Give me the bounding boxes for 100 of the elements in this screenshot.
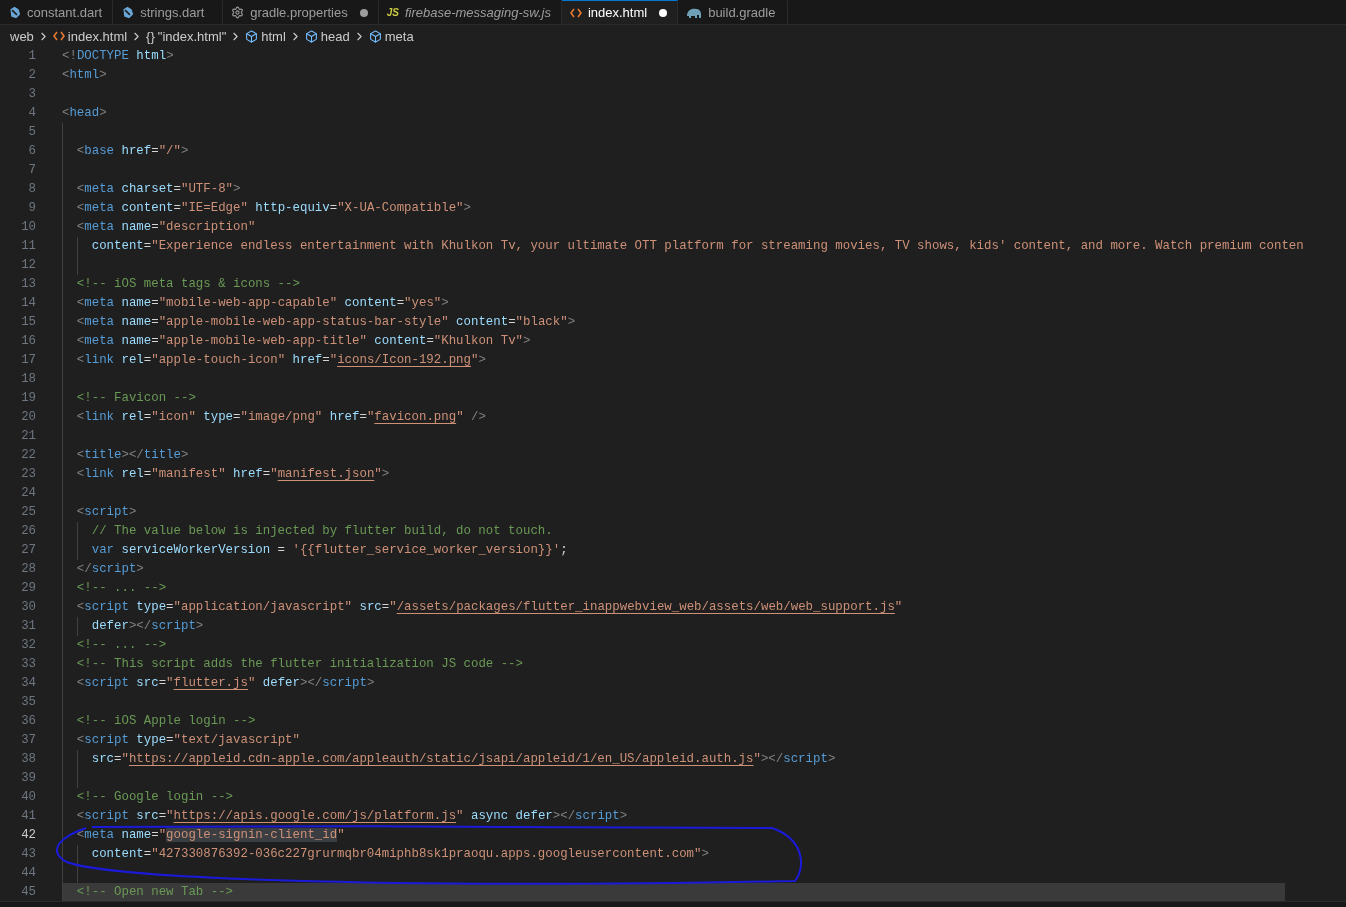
- line-number: 9: [27, 200, 36, 217]
- line-number: 29: [20, 580, 36, 597]
- line-number: 18: [20, 371, 36, 388]
- code-line: <meta content="IE=Edge" http-equiv="X-UA-Compatible">: [76, 200, 471, 217]
- code-line: <base href="/">: [76, 143, 189, 160]
- code-line: var serviceWorkerVersion = '{{flutter_service_worker_version}}';: [91, 542, 568, 559]
- line-number: 12: [20, 257, 36, 274]
- code-line: <link rel="manifest" href="manifest.json">: [76, 466, 390, 483]
- line-number: 28: [20, 561, 36, 578]
- line-number: 37: [20, 732, 36, 749]
- code-line: <html>: [62, 67, 107, 84]
- line-number: 1: [27, 48, 36, 65]
- code-line: </script>: [76, 561, 144, 578]
- code-line: <!-- iOS Apple login -->: [76, 713, 256, 730]
- code-line: <!-- ... -->: [76, 580, 167, 597]
- line-number: 15: [20, 314, 36, 331]
- code-line: <link rel="icon" type="image/png" href="favicon.png" />: [76, 409, 486, 426]
- code-line: content="427330876392-036c227grurmqbr04miphb8sk1praoqu.apps.googleusercontent.com">: [91, 846, 709, 863]
- code-line: <meta name="google-signin-client_id": [76, 827, 345, 844]
- dart-icon: [121, 6, 135, 19]
- line-number: 31: [20, 618, 36, 635]
- line-number: 5: [27, 124, 36, 141]
- line-number: 2: [27, 67, 36, 84]
- line-number: 13: [20, 276, 36, 293]
- code-line: <script src="https://apis.google.com/js/platform.js" async defer></script>: [76, 808, 628, 825]
- line-number: 30: [20, 599, 36, 616]
- code-line: <script src="flutter.js" defer></script>: [76, 675, 375, 692]
- breadcrumb-item[interactable]: html: [261, 28, 286, 44]
- line-number: 36: [20, 713, 36, 730]
- code-line: <!-- Favicon -->: [76, 390, 196, 407]
- line-number: 34: [20, 675, 36, 692]
- breadcrumb-item[interactable]: meta: [384, 28, 414, 44]
- line-number: 40: [20, 789, 36, 806]
- line-number: 32: [20, 637, 36, 654]
- code-line: <meta name="mobile-web-app-capable" content="yes">: [76, 295, 449, 312]
- unsaved-dot[interactable]: [359, 8, 368, 17]
- line-number: 17: [20, 352, 36, 369]
- line-number: 38: [20, 751, 36, 768]
- editor-tab[interactable]: index.html: [561, 0, 679, 24]
- breadcrumb-item[interactable]: web: [10, 28, 34, 44]
- breadcrumb-item[interactable]: "index.html": [157, 28, 227, 44]
- line-number: 8: [27, 181, 36, 198]
- code-line: <head>: [62, 105, 107, 122]
- dart-icon: [8, 6, 21, 19]
- code-line: <meta name="description": [76, 219, 256, 236]
- code-line: <!-- iOS meta tags & icons -->: [76, 276, 300, 293]
- code-line: <!-- Open new Tab -->: [76, 884, 233, 901]
- line-number: 39: [20, 770, 36, 787]
- line-number: 43: [20, 846, 36, 863]
- code-line: defer></script>: [91, 618, 204, 635]
- js-label: JS: [386, 7, 399, 18]
- gear-icon: [231, 6, 245, 19]
- line-number: 41: [20, 808, 36, 825]
- unsaved-dot[interactable]: [659, 8, 668, 17]
- line-number: 22: [20, 447, 36, 464]
- code-line: <meta name="apple-mobile-web-app-status-bar-style" content="black">: [76, 314, 576, 331]
- breadcrumb-item[interactable]: head: [320, 28, 350, 44]
- line-number: 11: [20, 238, 36, 255]
- line-number: 27: [20, 542, 36, 559]
- code-line: <link rel="apple-touch-icon" href="icons/Icon-192.png">: [76, 352, 486, 369]
- code-line: <!-- Google login -->: [76, 789, 233, 806]
- code-line: <script>: [76, 504, 137, 521]
- line-number: 16: [20, 333, 36, 350]
- line-number: 45: [20, 884, 36, 901]
- line-number: 25: [20, 504, 36, 521]
- code-line: <script type="text/javascript": [76, 732, 300, 749]
- code-line: <title></title>: [76, 447, 189, 464]
- code-line: <script type="application/javascript" src="/assets/packages/flutter_inappwebview_web/assets/web/web_support.js": [76, 599, 903, 616]
- line-number: 20: [20, 409, 36, 426]
- line-number: 10: [20, 219, 36, 236]
- elephant-icon: [686, 6, 703, 19]
- code-brackets-icon: [52, 31, 65, 41]
- cube-icon: [245, 29, 259, 43]
- line-number: 33: [20, 656, 36, 673]
- line-number: 44: [20, 865, 36, 882]
- cube-icon: [304, 29, 318, 43]
- line-number: 19: [20, 390, 36, 407]
- line-number: 14: [20, 295, 36, 312]
- line-number: 6: [27, 143, 36, 160]
- code-brackets-icon: [569, 7, 582, 18]
- code-line: // The value below is injected by flutter build, do not touch.: [91, 523, 553, 540]
- line-number: 7: [27, 162, 36, 179]
- line-number: 21: [20, 428, 36, 445]
- code-line: <meta charset="UTF-8">: [76, 181, 241, 198]
- code-line: <!-- This script adds the flutter initialization JS code -->: [76, 656, 523, 673]
- code-line: <meta name="apple-mobile-web-app-title" content="Khulkon Tv">: [76, 333, 531, 350]
- line-number: 42: [20, 827, 36, 844]
- line-number: 23: [20, 466, 36, 483]
- line-number: 26: [20, 523, 36, 540]
- code-line: src="https://appleid.cdn-apple.com/appleauth/static/jsapi/appleid/1/en_US/appleid.auth.js"></script>: [91, 751, 836, 768]
- line-number: 3: [27, 86, 36, 103]
- braces-icon: {}: [146, 28, 155, 44]
- code-line: content="Experience endless entertainment with Khulkon Tv, your ultimate OTT platform for streaming movies, TV shows, kids' content, and more. Watch premium conten: [91, 238, 1304, 255]
- line-number: 24: [20, 485, 36, 502]
- line-number: 35: [20, 694, 36, 711]
- breadcrumb-item[interactable]: index.html: [67, 28, 128, 44]
- code-line: <!DOCTYPE html>: [62, 48, 174, 65]
- code-line: <!-- ... -->: [76, 637, 167, 654]
- line-number: 4: [27, 105, 36, 122]
- cube-icon: [368, 29, 382, 43]
